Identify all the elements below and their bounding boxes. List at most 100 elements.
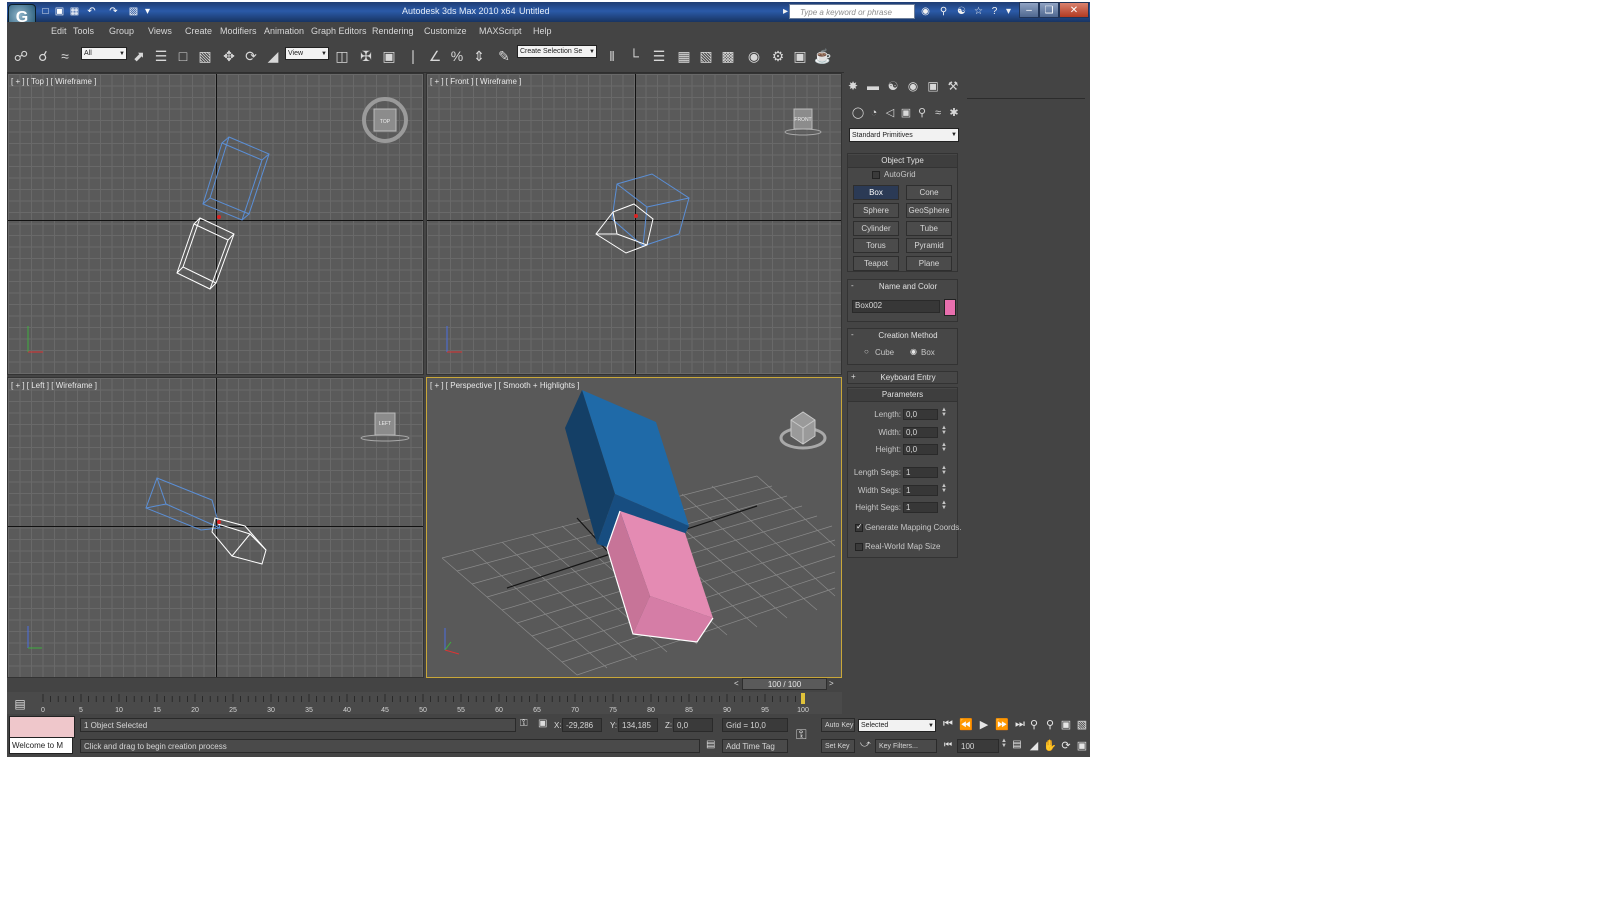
select-object-icon[interactable]: ⬈ (130, 46, 148, 66)
motion-panel-icon[interactable]: ◉ (904, 76, 922, 96)
plane-button[interactable]: Plane (906, 256, 952, 271)
key-selection-dropdown[interactable]: Selected (858, 719, 936, 732)
field-of-view-icon[interactable]: ◢ (1027, 739, 1041, 752)
key-mode-toggle-icon[interactable]: ⏮ (941, 739, 955, 750)
menu-views[interactable]: Views (148, 26, 172, 36)
torus-button[interactable]: Torus (853, 238, 899, 253)
cone-button[interactable]: Cone (906, 185, 952, 200)
graphite-modeling-icon[interactable]: ▦ (675, 46, 693, 66)
viewport-top[interactable]: [ + ] [ Top ] [ Wireframe ] TOP (7, 73, 424, 375)
menu-tools[interactable]: Tools (73, 26, 94, 36)
help-dropdown-icon[interactable]: ▾ (1002, 5, 1015, 18)
pan-view-icon[interactable]: ✋ (1043, 739, 1057, 752)
subscription-icon[interactable]: ☯ (955, 5, 968, 18)
object-name-field[interactable]: Box002 (852, 300, 940, 313)
cylinder-button[interactable]: Cylinder (853, 221, 899, 236)
keyboard-entry-title[interactable]: Keyboard Entry (859, 372, 957, 384)
maximize-viewport-icon[interactable]: ▣ (1075, 739, 1089, 752)
menu-rendering[interactable]: Rendering (372, 26, 414, 36)
viewport-perspective[interactable]: [ + ] [ Perspective ] [ Smooth + Highlig… (426, 377, 842, 678)
zoom-all-icon[interactable]: ⚲ (1043, 718, 1057, 731)
snaps-toggle-icon[interactable]: ∣ (404, 46, 422, 66)
hierarchy-panel-icon[interactable]: ☯ (884, 76, 902, 96)
align-icon[interactable]: └ (625, 46, 643, 66)
quick-access-dropdown-icon[interactable]: ▾ (141, 5, 154, 18)
category-dropdown[interactable]: Standard Primitives (849, 128, 959, 142)
favorites-icon[interactable]: ☆ (972, 5, 985, 18)
creation-method-collapse-icon[interactable]: - (851, 330, 854, 339)
name-color-collapse-icon[interactable]: - (851, 281, 854, 290)
use-pivot-center-icon[interactable]: ◫ (333, 46, 351, 66)
generate-mapping-checkbox[interactable] (855, 522, 863, 532)
time-configuration-icon[interactable]: ▤ (1010, 739, 1024, 750)
object-type-title[interactable]: Object Type (848, 155, 957, 168)
schematic-view-icon[interactable]: ▩ (719, 46, 737, 66)
select-and-link-icon[interactable]: ☍ (12, 46, 30, 66)
rectangular-selection-icon[interactable]: □ (174, 46, 192, 66)
creation-method-title[interactable]: Creation Method (859, 330, 957, 342)
go-to-end-icon[interactable]: ⏭ (1013, 718, 1027, 731)
orbit-icon[interactable]: ⟳ (1059, 739, 1073, 752)
time-slider-prev-icon[interactable]: < (734, 679, 739, 688)
height-segs-spinner[interactable]: ▲ ▼ (941, 500, 947, 511)
width-segs-input[interactable]: 1 (903, 485, 938, 496)
new-file-icon[interactable]: □ (39, 5, 52, 18)
render-setup-icon[interactable]: ⚙ (769, 46, 787, 66)
autogrid-checkbox[interactable] (872, 171, 880, 179)
keyboard-shortcut-override-icon[interactable]: ▣ (380, 46, 398, 66)
render-production-icon[interactable]: ☕ (814, 46, 832, 66)
window-crossing-icon[interactable]: ▧ (196, 46, 214, 66)
project-folder-icon[interactable]: ▧ (127, 5, 140, 18)
rendered-frame-window-icon[interactable]: ▣ (791, 46, 809, 66)
box-radio-icon[interactable]: ◉ (910, 347, 917, 356)
redo-icon[interactable]: ↷ (107, 5, 120, 18)
auto-key-button[interactable]: Auto Key (821, 718, 855, 732)
length-spinner[interactable]: ▲ ▼ (941, 407, 947, 418)
undo-icon[interactable]: ↶ (85, 5, 98, 18)
length-segs-input[interactable]: 1 (903, 467, 938, 478)
z-coordinate-field[interactable]: 0,0 (673, 718, 713, 732)
menu-customize[interactable]: Customize (424, 26, 467, 36)
time-tag-icon[interactable]: ▤ (706, 739, 715, 750)
select-by-name-icon[interactable]: ☰ (152, 46, 170, 66)
help-icon[interactable]: ? (988, 5, 1001, 18)
zoom-extents-all-icon[interactable]: ▧ (1075, 718, 1089, 731)
add-time-tag-button[interactable]: Add Time Tag (722, 739, 788, 753)
y-coordinate-field[interactable]: 134,185 (618, 718, 658, 732)
edit-named-selection-icon[interactable]: ✎ (495, 46, 513, 66)
perspective-viewcube[interactable] (779, 411, 827, 450)
select-and-scale-icon[interactable]: ◢ (264, 46, 282, 66)
maxscript-welcome-text[interactable]: Welcome to M (9, 737, 73, 754)
save-icon[interactable]: ▦ (68, 5, 81, 18)
height-segs-input[interactable]: 1 (903, 502, 938, 513)
material-editor-icon[interactable]: ◉ (745, 46, 763, 66)
bind-space-warp-icon[interactable]: ≈ (56, 46, 74, 66)
box-button[interactable]: Box (853, 185, 899, 200)
next-frame-icon[interactable]: ⏩ (995, 718, 1009, 731)
name-color-title[interactable]: Name and Color (859, 281, 957, 293)
menu-modifiers[interactable]: Modifiers (220, 26, 257, 36)
menu-create[interactable]: Create (185, 26, 212, 36)
keyboard-entry-expand-icon[interactable]: + (851, 372, 856, 381)
zoom-icon[interactable]: ⚲ (1027, 718, 1041, 731)
set-key-icon[interactable]: ⚿ (796, 726, 807, 743)
lock-selection-icon[interactable]: ⚿ (520, 718, 528, 729)
go-to-start-icon[interactable]: ⏮ (941, 718, 955, 731)
time-slider-thumb[interactable]: 100 / 100 (742, 678, 827, 690)
menu-edit[interactable]: Edit (51, 26, 67, 36)
width-spinner[interactable]: ▲ ▼ (941, 425, 947, 436)
sphere-button[interactable]: Sphere (853, 203, 899, 218)
set-key-button[interactable]: Set Key (821, 739, 855, 753)
width-input[interactable]: 0,0 (903, 427, 938, 438)
reference-coordinate-dropdown[interactable]: View (285, 47, 329, 60)
x-coordinate-field[interactable]: -29,286 (562, 718, 602, 732)
current-frame-spinner[interactable]: ▲ ▼ (1001, 738, 1007, 749)
restore-button[interactable]: ❑ (1039, 2, 1059, 18)
parameters-title[interactable]: Parameters (848, 389, 957, 402)
previous-frame-icon[interactable]: ⏪ (959, 718, 973, 731)
maxscript-listener-mini[interactable] (9, 716, 75, 738)
create-panel-icon[interactable]: ✸ (844, 76, 862, 96)
menu-help[interactable]: Help (533, 26, 552, 36)
absolute-mode-icon[interactable]: ▣ (538, 718, 547, 729)
menu-maxscript[interactable]: MAXScript (479, 26, 522, 36)
